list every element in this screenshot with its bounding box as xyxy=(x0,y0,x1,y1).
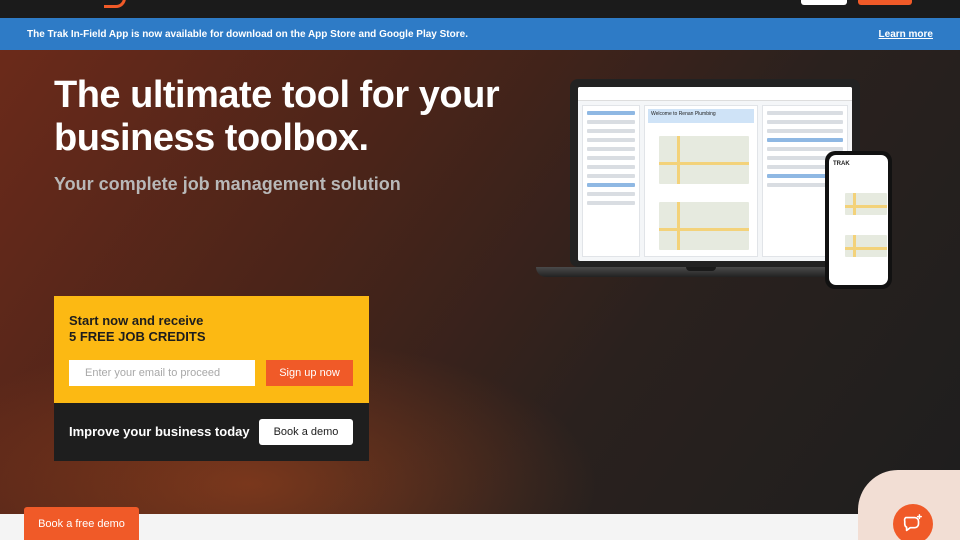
hero-subtitle: Your complete job management solution xyxy=(54,174,401,194)
signup-card: Start now and receive 5 FREE JOB CREDITS… xyxy=(54,296,369,403)
email-input[interactable] xyxy=(69,360,255,386)
next-section-edge xyxy=(0,514,960,540)
app-screenshot: Welcome to Renan Plumbing xyxy=(578,87,852,261)
laptop-screen: Welcome to Renan Plumbing xyxy=(570,79,860,267)
laptop-notch xyxy=(686,267,716,271)
phone-app-logo: TRAK xyxy=(833,161,850,167)
chat-icon xyxy=(903,514,922,532)
phone-screen: TRAK xyxy=(829,155,888,285)
brand-logo-fragment[interactable] xyxy=(104,0,126,8)
map-thumbnail xyxy=(659,202,749,250)
activity-column: Welcome to Renan Plumbing xyxy=(644,105,758,257)
hero-headline: The ultimate tool for your business tool… xyxy=(54,74,500,159)
phone-mockup: TRAK xyxy=(825,151,892,289)
signup-title-line1: Start now and receive xyxy=(69,313,204,328)
improve-text: Improve your business today xyxy=(69,424,250,439)
announcement-bar: The Trak In-Field App is now available f… xyxy=(0,18,960,50)
phone-map xyxy=(845,235,887,257)
nav-login-button[interactable] xyxy=(801,0,847,5)
map-thumbnail xyxy=(659,136,749,184)
laptop-mockup: Welcome to Renan Plumbing xyxy=(536,79,866,283)
book-free-demo-button[interactable]: Book a free demo xyxy=(24,507,139,540)
hero-section: The ultimate tool for your business tool… xyxy=(0,50,960,514)
app-header xyxy=(578,87,852,101)
sign-up-button[interactable]: Sign up now xyxy=(266,360,353,386)
jobs-column xyxy=(582,105,640,257)
learn-more-link[interactable]: Learn more xyxy=(879,29,933,40)
signup-card-title: Start now and receive 5 FREE JOB CREDITS xyxy=(69,313,206,345)
book-demo-button[interactable]: Book a demo xyxy=(259,419,353,445)
nav-signup-button[interactable] xyxy=(858,0,912,5)
phone-map xyxy=(845,193,887,215)
top-navigation xyxy=(0,0,960,18)
chat-button[interactable] xyxy=(893,504,933,540)
signup-title-line2: 5 FREE JOB CREDITS xyxy=(69,329,206,344)
demo-card: Improve your business today Book a demo xyxy=(54,403,369,461)
announcement-text: The Trak In-Field App is now available f… xyxy=(27,28,468,40)
welcome-banner: Welcome to Renan Plumbing xyxy=(648,109,754,123)
